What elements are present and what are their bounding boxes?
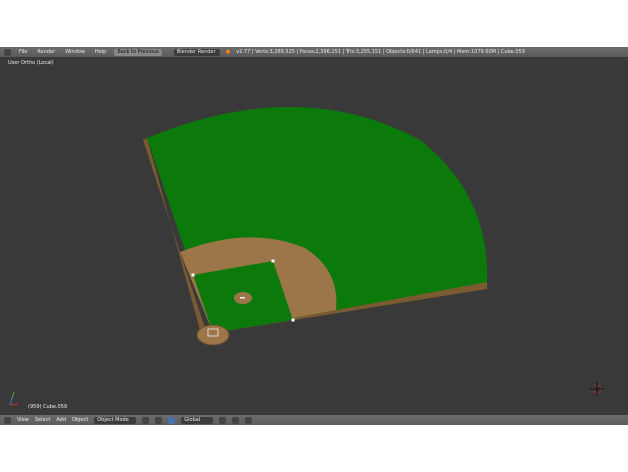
back-to-previous-button[interactable]: Back to Previous	[114, 48, 162, 56]
menu-view[interactable]: View	[17, 417, 29, 423]
pitchers-rubber	[240, 297, 245, 299]
layers-icon[interactable]	[219, 416, 227, 424]
info-header: File Render Window Help Back to Previous…	[0, 47, 628, 57]
menu-render[interactable]: Render	[35, 49, 57, 55]
3d-cursor-icon	[590, 382, 604, 396]
menu-object[interactable]: Object	[72, 417, 88, 423]
menu-window[interactable]: Window	[63, 49, 87, 55]
blender-logo-icon: ●	[225, 49, 231, 55]
second-base	[271, 259, 275, 263]
third-base	[191, 273, 195, 277]
active-object-label: (959) Cube.059	[28, 404, 68, 410]
pivot-icon[interactable]	[155, 416, 163, 424]
viewport-header: View Select Add Object Object Mode Globa…	[0, 415, 628, 425]
menu-select[interactable]: Select	[35, 417, 50, 423]
menu-help[interactable]: Help	[93, 49, 108, 55]
3d-viewport[interactable]: User Ortho (Local) (959) Cube.059	[0, 57, 628, 415]
scene-stats: v2.77 | Verts:3,289,525 | Faces:2,396,15…	[236, 49, 525, 55]
mode-select[interactable]: Object Mode	[94, 416, 137, 424]
render-icon[interactable]	[245, 416, 253, 424]
manipulator-icon[interactable]	[168, 416, 176, 424]
menu-file[interactable]: File	[17, 49, 29, 55]
axis-gizmo-icon	[9, 391, 19, 406]
first-base	[291, 318, 295, 322]
home-plate-area	[196, 324, 230, 346]
editor-type-icon[interactable]	[4, 416, 11, 424]
render-engine-select[interactable]: Blender Render	[173, 48, 220, 56]
orientation-select[interactable]: Global	[181, 416, 214, 424]
shading-icon[interactable]	[142, 416, 150, 424]
snap-icon[interactable]	[232, 416, 240, 424]
menu-add[interactable]: Add	[56, 417, 66, 423]
editor-type-icon[interactable]	[4, 48, 11, 56]
baseball-field-model	[9, 106, 604, 406]
